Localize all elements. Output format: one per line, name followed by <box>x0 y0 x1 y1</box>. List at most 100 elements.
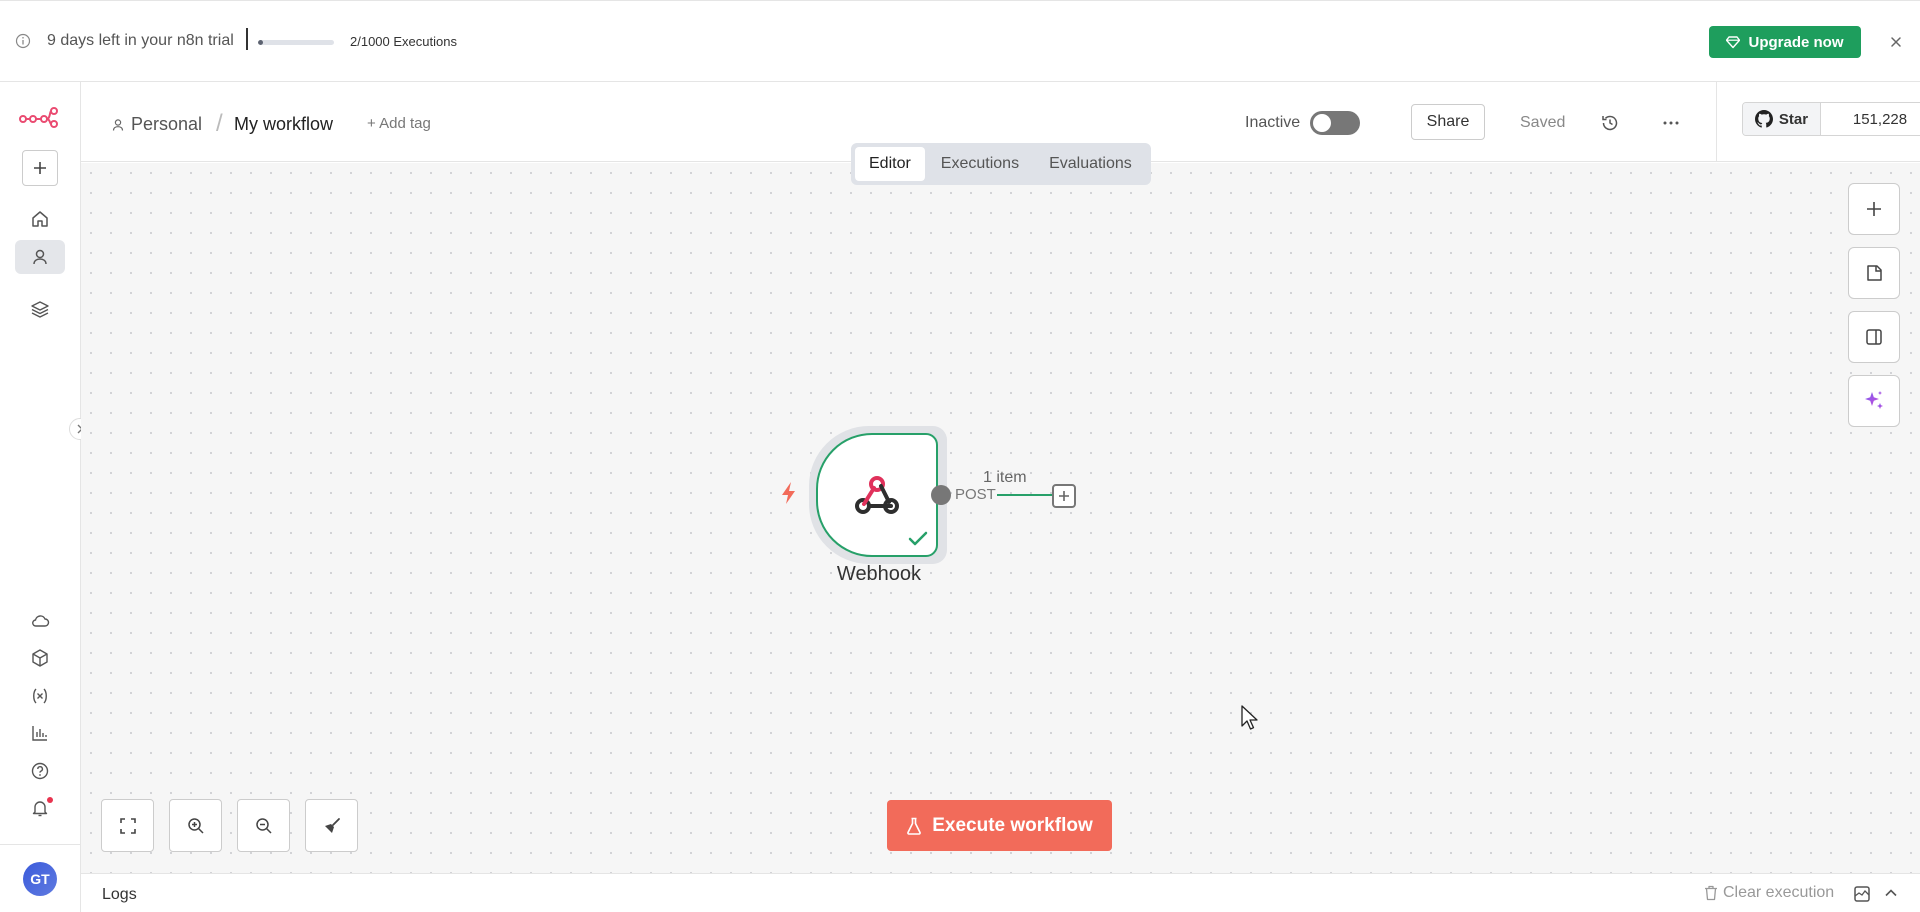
sticky-note-icon <box>1867 265 1882 281</box>
toggle-panel-button[interactable] <box>1848 311 1900 363</box>
sidebar-item-notifications[interactable] <box>15 791 65 825</box>
create-button[interactable] <box>22 150 58 186</box>
layers-icon <box>31 301 49 318</box>
close-icon[interactable] <box>1888 34 1904 50</box>
fit-view-button[interactable] <box>101 799 154 852</box>
sidebar-item-variables[interactable] <box>15 679 65 713</box>
notification-dot <box>47 797 53 803</box>
trial-text: 9 days left in your n8n trial <box>47 32 234 49</box>
plus-icon <box>1867 202 1881 216</box>
sidebar-item-cloud[interactable] <box>15 604 65 638</box>
share-button[interactable]: Share <box>1411 104 1485 140</box>
plus-icon <box>34 162 46 174</box>
node-label: Webhook <box>836 563 922 585</box>
banner-divider <box>246 28 248 50</box>
person-icon <box>33 249 47 265</box>
n8n-logo-icon[interactable] <box>19 106 59 128</box>
trash-icon <box>1705 885 1717 901</box>
sidebar-item-templates[interactable] <box>15 641 65 675</box>
active-status-label: Inactive <box>1245 114 1301 131</box>
left-sidebar: GT <box>0 82 81 912</box>
executions-progress <box>258 40 334 45</box>
zoom-out-icon <box>255 817 272 834</box>
sparkle-icon <box>1865 391 1883 409</box>
sidebar-item-help[interactable] <box>15 754 65 788</box>
toggle-knob <box>1313 114 1331 132</box>
workflow-tabs: Editor Executions Evaluations <box>851 143 1151 185</box>
person-icon <box>112 118 124 131</box>
panel-icon <box>1866 329 1882 345</box>
project-name: Personal <box>131 114 203 134</box>
package-icon <box>32 649 48 667</box>
tab-evaluations[interactable]: Evaluations <box>1035 147 1146 181</box>
logs-title: Logs <box>102 886 137 903</box>
connection-line <box>997 494 1053 496</box>
flask-icon <box>907 817 922 835</box>
more-options-icon[interactable] <box>1661 113 1681 133</box>
add-tag-button[interactable]: + Add tag <box>367 115 431 132</box>
zoom-in-button[interactable] <box>169 799 222 852</box>
webhook-node-container <box>809 426 947 564</box>
sidebar-divider <box>0 844 81 845</box>
logs-panel-bar[interactable]: Logs Clear execution <box>81 873 1920 912</box>
sidebar-item-insights[interactable] <box>15 716 65 750</box>
add-sticky-note-button[interactable] <box>1848 247 1900 299</box>
trial-banner: 9 days left in your n8n trial 2/1000 Exe… <box>0 0 1920 82</box>
webhook-icon <box>855 476 899 514</box>
workflow-name[interactable]: My workflow <box>234 114 333 135</box>
tidy-up-button[interactable] <box>305 799 358 852</box>
tab-executions[interactable]: Executions <box>927 147 1033 181</box>
tab-editor[interactable]: Editor <box>855 147 925 181</box>
broom-icon <box>324 817 340 833</box>
zoom-out-button[interactable] <box>237 799 290 852</box>
canvas-right-toolbar <box>1848 183 1900 427</box>
items-count-label: 1 item <box>983 469 1027 486</box>
webhook-node[interactable] <box>816 433 938 557</box>
avatar[interactable]: GT <box>23 862 57 896</box>
home-icon <box>32 211 48 227</box>
help-icon <box>31 762 49 780</box>
variables-icon <box>33 688 47 704</box>
github-star-count[interactable]: 151,228 <box>1821 103 1920 135</box>
info-icon <box>15 33 31 49</box>
open-nodes-panel-button[interactable] <box>1848 183 1900 235</box>
zoom-in-icon <box>187 817 204 834</box>
executions-count: 2/1000 Executions <box>350 34 457 49</box>
sidebar-item-overview[interactable] <box>15 202 65 236</box>
output-label: POST <box>955 486 996 503</box>
add-node-button[interactable] <box>1052 484 1076 508</box>
upgrade-button[interactable]: Upgrade now <box>1709 26 1861 58</box>
diamond-icon <box>1726 36 1741 49</box>
github-icon <box>1754 110 1773 128</box>
canvas-zoom-toolbar <box>101 799 358 852</box>
active-toggle[interactable] <box>1310 111 1360 135</box>
chevron-up-icon[interactable] <box>1884 886 1898 900</box>
header-divider <box>1716 82 1717 162</box>
sidebar-item-personal[interactable] <box>15 240 65 274</box>
github-star-label[interactable]: Star <box>1743 103 1821 135</box>
saved-status: Saved <box>1520 114 1566 131</box>
upgrade-label: Upgrade now <box>1748 33 1844 51</box>
executions-progress-fill <box>258 40 264 45</box>
clear-execution-button[interactable]: Clear execution <box>1704 884 1834 902</box>
sidebar-item-projects[interactable] <box>15 292 65 326</box>
workflow-canvas[interactable]: Webhook 1 item POST Execute workflow <box>81 163 1920 873</box>
execute-workflow-button[interactable]: Execute workflow <box>887 800 1112 851</box>
star-label: Star <box>1778 110 1809 128</box>
node-output-handle[interactable] <box>931 485 951 505</box>
cloud-icon <box>32 615 50 627</box>
breadcrumb-separator: / <box>216 110 223 137</box>
trigger-bolt-icon <box>782 482 795 504</box>
history-icon[interactable] <box>1600 113 1620 133</box>
breadcrumb-project[interactable]: Personal <box>111 114 202 135</box>
success-check-icon <box>908 531 928 546</box>
fit-view-icon <box>119 817 136 834</box>
clear-execution-label: Clear execution <box>1723 884 1835 901</box>
execute-workflow-label: Execute workflow <box>932 814 1093 836</box>
github-star-button[interactable]: Star 151,228 <box>1742 102 1920 136</box>
chart-icon <box>32 726 47 741</box>
pop-out-icon[interactable] <box>1853 885 1871 903</box>
mouse-cursor-icon <box>1241 705 1258 730</box>
ai-assistant-button[interactable] <box>1848 375 1900 427</box>
plus-icon <box>1059 491 1069 501</box>
